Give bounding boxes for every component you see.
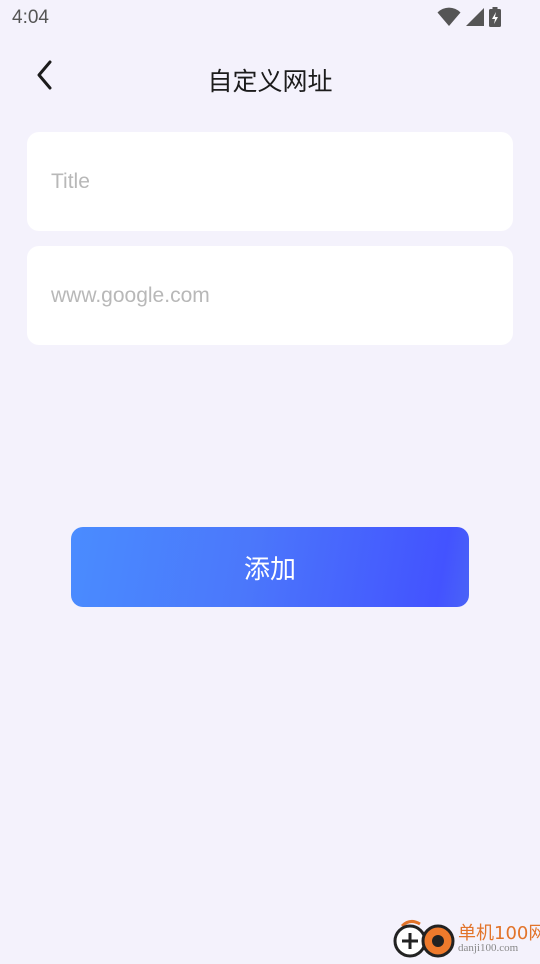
danji100-logo-icon: [390, 918, 456, 960]
title-field-container: [27, 132, 513, 231]
watermark-domain: danji100.com: [458, 942, 519, 954]
wifi-icon: [437, 7, 461, 27]
status-icons: [437, 7, 501, 27]
page-title: 自定义网址: [207, 67, 333, 96]
app-header: 自定义网址: [0, 50, 540, 104]
signal-icon: [465, 7, 485, 27]
url-input[interactable]: [27, 246, 491, 345]
status-bar: 4:04: [0, 0, 540, 38]
battery-icon: [489, 7, 501, 27]
title-input[interactable]: [27, 132, 491, 231]
url-field-container: [27, 246, 513, 345]
status-time: 4:04: [12, 7, 49, 28]
watermark: 单机100网 danji100.com: [390, 916, 540, 960]
add-button[interactable]: 添加: [71, 527, 469, 607]
